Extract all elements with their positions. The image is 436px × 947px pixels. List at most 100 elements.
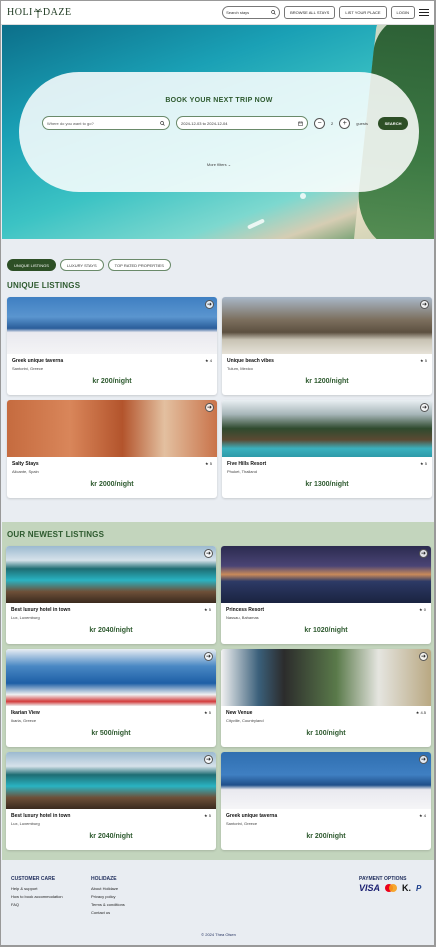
arrow-right-icon[interactable]: ➜: [205, 300, 214, 309]
more-filters-toggle[interactable]: More filters ⌄: [19, 162, 419, 167]
listing-card[interactable]: ➜ Greek unique taverna Santorini, Greece…: [221, 752, 431, 850]
listing-name: Princess Resort: [226, 607, 265, 613]
browse-all-stays-button[interactable]: BROWSE ALL STAYS: [284, 6, 336, 19]
listing-name: Best luxury hotel in town: [11, 607, 71, 613]
footer-link-privacy[interactable]: Privacy policy: [91, 894, 115, 899]
arrow-right-icon[interactable]: ➜: [419, 549, 428, 558]
listing-name: Ikarian View: [11, 710, 40, 716]
arrow-right-icon[interactable]: ➜: [204, 549, 213, 558]
listing-rating: ★ 4.5: [416, 710, 426, 715]
arrow-right-icon[interactable]: ➜: [420, 403, 429, 412]
search-icon: [160, 120, 165, 126]
listing-price: kr 2040/night: [89, 833, 133, 840]
tab-top-rated[interactable]: TOP RATED PROPERTIES: [107, 259, 171, 271]
listing-rating: ★ 5: [204, 710, 211, 715]
footer-link-terms[interactable]: Terms & conditions: [91, 902, 125, 907]
rating-value: 4: [209, 358, 212, 363]
booking-title: BOOK YOUR NEXT TRIP NOW: [165, 97, 273, 104]
listing-card[interactable]: ➜ Best luxury hotel in town Lux, Luxembu…: [6, 546, 216, 644]
star-icon: ★: [415, 710, 420, 715]
arrow-right-icon[interactable]: ➜: [419, 652, 428, 661]
header-search-input[interactable]: Search stays: [222, 6, 281, 19]
mastercard-logo: [385, 884, 398, 892]
date-range-value: 2024-12-03 to 2024-12-04: [181, 120, 228, 126]
listing-card[interactable]: ➜ Best luxury hotel in town Lux, Luxembu…: [6, 752, 216, 850]
listing-card[interactable]: ➜ New Venue Cityville, Countryland ★ 4.5…: [221, 649, 431, 747]
listing-image: [221, 752, 431, 809]
listing-price: kr 1200/night: [305, 378, 349, 385]
arrow-right-icon[interactable]: ➜: [204, 652, 213, 661]
footer-link-about[interactable]: About Holidaze: [91, 886, 118, 891]
listing-location: Lux, Luxemburg: [11, 615, 40, 620]
header-search-placeholder: Search stays: [226, 10, 250, 15]
tab-luxury-stays[interactable]: LUXURY STAYS: [59, 259, 104, 271]
arrow-right-icon[interactable]: ➜: [420, 300, 429, 309]
rating-value: 5: [424, 358, 427, 363]
date-range-input[interactable]: 2024-12-03 to 2024-12-04: [176, 116, 308, 130]
listing-name: Five Hills Resort: [227, 461, 267, 467]
hero-banner: BOOK YOUR NEXT TRIP NOW Where do you wan…: [2, 25, 434, 239]
listing-image: [6, 649, 216, 706]
search-icon: [271, 10, 276, 15]
footer-link-help[interactable]: Help & support: [11, 886, 37, 891]
listing-image: [7, 400, 217, 457]
holidaze-title: HOLIDAZE: [91, 876, 117, 882]
listing-location: Ikaria, Greece: [11, 718, 37, 723]
listing-name: Greek unique taverna: [12, 358, 64, 364]
rating-value: 5: [208, 813, 211, 818]
listing-image: [222, 297, 432, 354]
listing-location: Santorini, Greece: [12, 366, 44, 371]
logo-text-right: DAZE: [42, 7, 72, 18]
star-icon: ★: [204, 710, 208, 715]
footer-link-faq[interactable]: FAQ: [11, 902, 19, 907]
destination-input[interactable]: Where do you want to go?: [42, 116, 170, 130]
star-icon: ★: [420, 461, 424, 466]
listing-card[interactable]: ➜ Unique beach vibes Tulum, Mexico ★ 5 k…: [222, 297, 432, 395]
star-icon: ★: [419, 607, 423, 612]
listing-name: Best luxury hotel in town: [11, 813, 71, 819]
more-filters-label: More filters: [206, 162, 227, 167]
listing-price: kr 2000/night: [90, 481, 134, 488]
guests-increment-button[interactable]: +: [339, 117, 351, 129]
guests-decrement-button[interactable]: −: [314, 117, 325, 129]
listing-location: Nassau, Bahamas: [226, 615, 259, 620]
listing-card[interactable]: ➜ Ikarian View Ikaria, Greece ★ 5 kr 500…: [6, 649, 216, 747]
footer-link-how-to-book[interactable]: How to book accommodation: [11, 894, 63, 899]
logo[interactable]: HOLI DAZE: [7, 7, 72, 18]
login-button[interactable]: LOGIN: [390, 6, 415, 19]
tab-unique-listings[interactable]: UNIQUE LISTINGS: [7, 259, 56, 271]
listing-rating: ★ 5: [205, 461, 212, 466]
hamburger-menu-icon[interactable]: [419, 8, 429, 18]
listing-card[interactable]: ➜ Five Hills Resort Phuket, Thailand ★ 5…: [222, 400, 432, 498]
footer-link-contact[interactable]: Contact us: [91, 910, 110, 915]
star-icon: ★: [204, 607, 208, 612]
listing-image: [222, 400, 432, 457]
arrow-right-icon[interactable]: ➜: [419, 755, 428, 764]
palm-tree-icon: [33, 8, 42, 18]
listing-location: Cityville, Countryland: [226, 718, 264, 723]
listing-image: [7, 297, 217, 354]
listing-price: kr 1300/night: [305, 481, 349, 488]
calendar-icon: [298, 121, 303, 126]
logo-text-left: HOLI: [7, 7, 33, 18]
search-button[interactable]: SEARCH: [378, 116, 409, 130]
listing-location: Alicante, Spain: [12, 469, 39, 474]
listing-card[interactable]: ➜ Greek unique taverna Santorini, Greece…: [7, 297, 217, 395]
listing-name: New Venue: [226, 710, 253, 716]
listing-price: kr 500/night: [91, 730, 131, 737]
listing-rating: ★ 5: [204, 813, 211, 818]
arrow-right-icon[interactable]: ➜: [204, 755, 213, 764]
listing-card[interactable]: ➜ Princess Resort Nassau, Bahamas ★ 0 kr…: [221, 546, 431, 644]
listing-rating: ★ 5: [420, 358, 427, 363]
star-icon: ★: [419, 813, 423, 818]
list-your-place-button[interactable]: LIST YOUR PLACE: [339, 6, 387, 19]
listing-image: [6, 752, 216, 809]
rating-value: 5: [208, 710, 211, 715]
rating-value: 0: [423, 607, 426, 612]
star-icon: ★: [420, 358, 424, 363]
paypal-logo: P: [416, 883, 422, 893]
arrow-right-icon[interactable]: ➜: [205, 403, 214, 412]
hero-boat: [246, 218, 266, 230]
listing-card[interactable]: ➜ Salty Stays Alicante, Spain ★ 5 kr 200…: [7, 400, 217, 498]
listing-name: Unique beach vibes: [227, 358, 274, 364]
